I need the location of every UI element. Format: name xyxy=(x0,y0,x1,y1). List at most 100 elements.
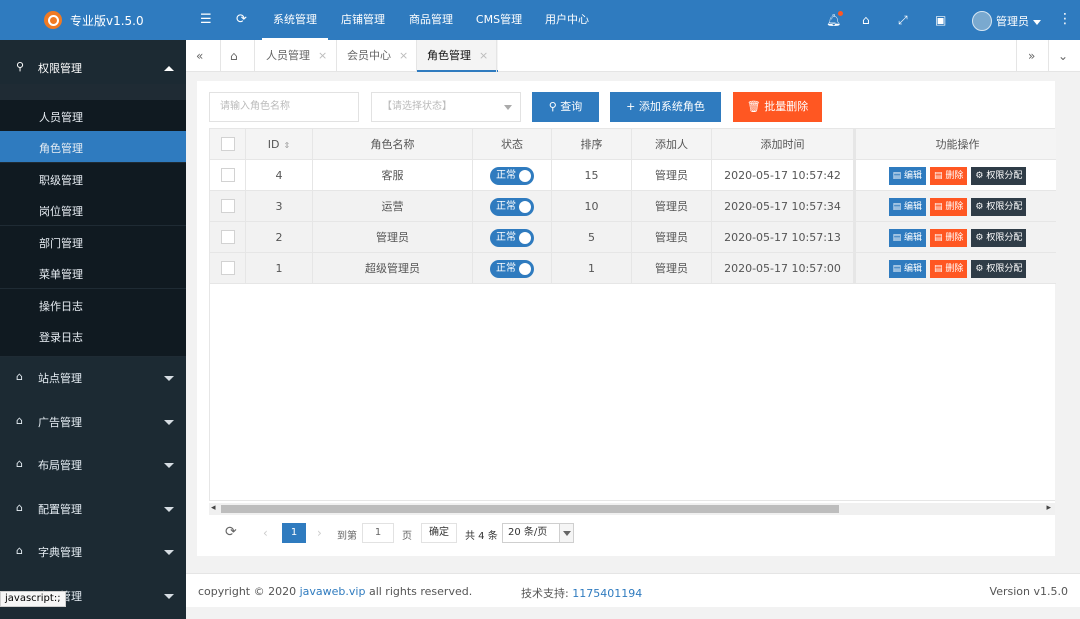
delete-button[interactable]: ▤ 删除 xyxy=(930,198,968,216)
avatar[interactable] xyxy=(972,11,992,31)
row-select-cell xyxy=(210,191,246,222)
lock-icon[interactable]: ▣ xyxy=(935,12,946,28)
sidebar-item-login-log[interactable]: 登录日志 xyxy=(0,320,186,356)
scrollbar-thumb[interactable] xyxy=(221,505,839,513)
more-vert-icon[interactable]: ⋮ xyxy=(1058,11,1072,29)
sidebar-group-ads[interactable]: ⌂ 广告管理 xyxy=(0,401,186,445)
topnav-system[interactable]: 系统管理 xyxy=(262,0,328,40)
scroll-right-icon[interactable]: ▸ xyxy=(1046,503,1051,513)
cell-id: 2 xyxy=(246,222,313,253)
edit-label: 编辑 xyxy=(904,264,923,274)
topnav-shop[interactable]: 店铺管理 xyxy=(330,0,396,40)
sidebar-item-operation-log[interactable]: 操作日志 xyxy=(0,289,186,320)
close-icon[interactable]: × xyxy=(479,49,488,62)
select-all-checkbox[interactable] xyxy=(221,137,235,151)
permission-button[interactable]: ⚙ 权限分配 xyxy=(971,198,1027,216)
close-icon[interactable]: × xyxy=(318,49,327,62)
confirm-button[interactable]: 确定 xyxy=(421,523,457,543)
batch-delete-button[interactable]: 🗑︎ 批量删除 xyxy=(733,92,822,122)
sidebar-group-site[interactable]: ⌂ 站点管理 xyxy=(0,357,186,401)
sidebar-item-rank[interactable]: 职级管理 xyxy=(0,163,186,194)
top-header: 专业版v1.5.0 ☰ ⟳ 系统管理 店铺管理 商品管理 CMS管理 用户中心 … xyxy=(0,0,1080,40)
refresh-icon[interactable]: ⟳ xyxy=(236,12,247,28)
tabs-left-icon[interactable]: « xyxy=(196,49,203,63)
user-icon: ⚲ xyxy=(16,60,25,73)
status-toggle[interactable]: 正常 xyxy=(490,229,534,247)
next-page-icon[interactable]: › xyxy=(317,526,322,540)
sidebar-item-department[interactable]: 部门管理 xyxy=(0,226,186,257)
delete-button[interactable]: ▤ 删除 xyxy=(930,229,968,247)
sidebar-group-dictionary[interactable]: ⌂ 字典管理 xyxy=(0,531,186,575)
edit-button[interactable]: ▤ 编辑 xyxy=(888,229,927,247)
col-id[interactable]: ID ⇕ xyxy=(246,129,313,160)
user-menu[interactable]: 管理员 xyxy=(996,13,1041,29)
row-checkbox[interactable] xyxy=(221,261,235,275)
row-checkbox[interactable] xyxy=(221,168,235,182)
permission-button[interactable]: ⚙ 权限分配 xyxy=(971,229,1027,247)
sidebar-item-menu[interactable]: 菜单管理 xyxy=(0,257,186,288)
chevron-down-icon xyxy=(504,105,512,110)
prev-page-icon[interactable]: ‹ xyxy=(263,526,268,540)
page-size-select[interactable]: 20 条/页 xyxy=(502,523,574,543)
sidebar-item-staff[interactable]: 人员管理 xyxy=(0,100,186,131)
tab-role-management[interactable]: 角色管理 × xyxy=(417,40,499,72)
sidebar-group-config[interactable]: ⌂ 配置管理 xyxy=(0,488,186,532)
add-role-button[interactable]: + 添加系统角色 xyxy=(610,92,721,122)
sidebar-group-permission[interactable]: ⚲ 权限管理 xyxy=(0,40,186,84)
site-link[interactable]: javaweb.vip xyxy=(300,585,366,598)
chevron-down-icon xyxy=(164,507,174,512)
sidebar-item-label: 人员管理 xyxy=(39,111,83,124)
edit-button[interactable]: ▤ 编辑 xyxy=(888,167,927,185)
query-button[interactable]: ⚲ 查询 xyxy=(532,92,599,122)
sidebar-item-label: 操作日志 xyxy=(39,300,83,313)
topnav-user-center[interactable]: 用户中心 xyxy=(534,0,600,40)
status-toggle[interactable]: 正常 xyxy=(490,167,534,185)
edit-button[interactable]: ▤ 编辑 xyxy=(888,260,927,278)
toggle-knob xyxy=(519,201,531,213)
role-name-search-input[interactable]: 请输入角色名称 xyxy=(209,92,359,122)
tab-label: 角色管理 xyxy=(427,49,471,62)
sidebar-group-label: 布局管理 xyxy=(38,459,82,472)
goto-page-input[interactable]: 1 xyxy=(362,523,394,543)
status-select-placeholder: 【请选择状态】 xyxy=(382,101,452,112)
permission-button[interactable]: ⚙ 权限分配 xyxy=(971,260,1027,278)
edit-icon: ▤ xyxy=(892,202,904,212)
tab-member-center[interactable]: 会员中心 × xyxy=(337,40,418,72)
row-select-cell xyxy=(210,222,246,253)
scroll-left-icon[interactable]: ◂ xyxy=(211,503,216,513)
logo[interactable]: 专业版v1.5.0 xyxy=(0,0,186,40)
topnav-goods[interactable]: 商品管理 xyxy=(398,0,464,40)
table-row: 4 客服 正常 15 管理员 2020-05-17 10:57:42 ▤ 编辑 ▤… xyxy=(210,160,1056,191)
delete-button[interactable]: ▤ 删除 xyxy=(930,260,968,278)
horizontal-scrollbar[interactable]: ◂ ▸ xyxy=(209,503,1055,515)
permission-label: 权限分配 xyxy=(986,202,1023,212)
row-checkbox[interactable] xyxy=(221,199,235,213)
sort-icon[interactable]: ⇕ xyxy=(284,130,291,161)
refresh-icon[interactable]: ⟳ xyxy=(225,524,237,540)
tabs-right-icon[interactable]: » xyxy=(1028,49,1035,63)
main-panel: 请输入角色名称 【请选择状态】 ⚲ 查询 + 添加系统角色 🗑︎ 批量删除 ID… xyxy=(197,81,1056,556)
home-icon[interactable]: ⌂ xyxy=(230,49,238,63)
edit-label: 编辑 xyxy=(904,233,923,243)
sidebar-group-layout[interactable]: ⌂ 布局管理 xyxy=(0,444,186,488)
edit-button[interactable]: ▤ 编辑 xyxy=(888,198,927,216)
total-count: 共 4 条 xyxy=(465,531,498,542)
status-toggle[interactable]: 正常 xyxy=(490,198,534,216)
tab-staff[interactable]: 人员管理 × xyxy=(256,40,337,72)
status-toggle[interactable]: 正常 xyxy=(490,260,534,278)
chevron-down-icon[interactable]: ⌄ xyxy=(1058,49,1068,63)
chevron-down-icon xyxy=(164,594,174,599)
permission-button[interactable]: ⚙ 权限分配 xyxy=(971,167,1027,185)
menu-toggle-icon[interactable]: ☰ xyxy=(200,12,212,28)
delete-button[interactable]: ▤ 删除 xyxy=(930,167,968,185)
support-link[interactable]: 1175401194 xyxy=(572,587,642,600)
page-current[interactable]: 1 xyxy=(282,523,306,543)
status-select[interactable]: 【请选择状态】 xyxy=(371,92,521,122)
row-checkbox[interactable] xyxy=(221,230,235,244)
fullscreen-icon[interactable]: ⤢ xyxy=(898,12,908,28)
close-icon[interactable]: × xyxy=(399,49,408,62)
tag-icon[interactable]: ⌂ xyxy=(862,12,870,28)
sidebar-item-role[interactable]: 角色管理 xyxy=(0,131,186,162)
topnav-cms[interactable]: CMS管理 xyxy=(466,0,532,40)
sidebar-item-post[interactable]: 岗位管理 xyxy=(0,194,186,225)
